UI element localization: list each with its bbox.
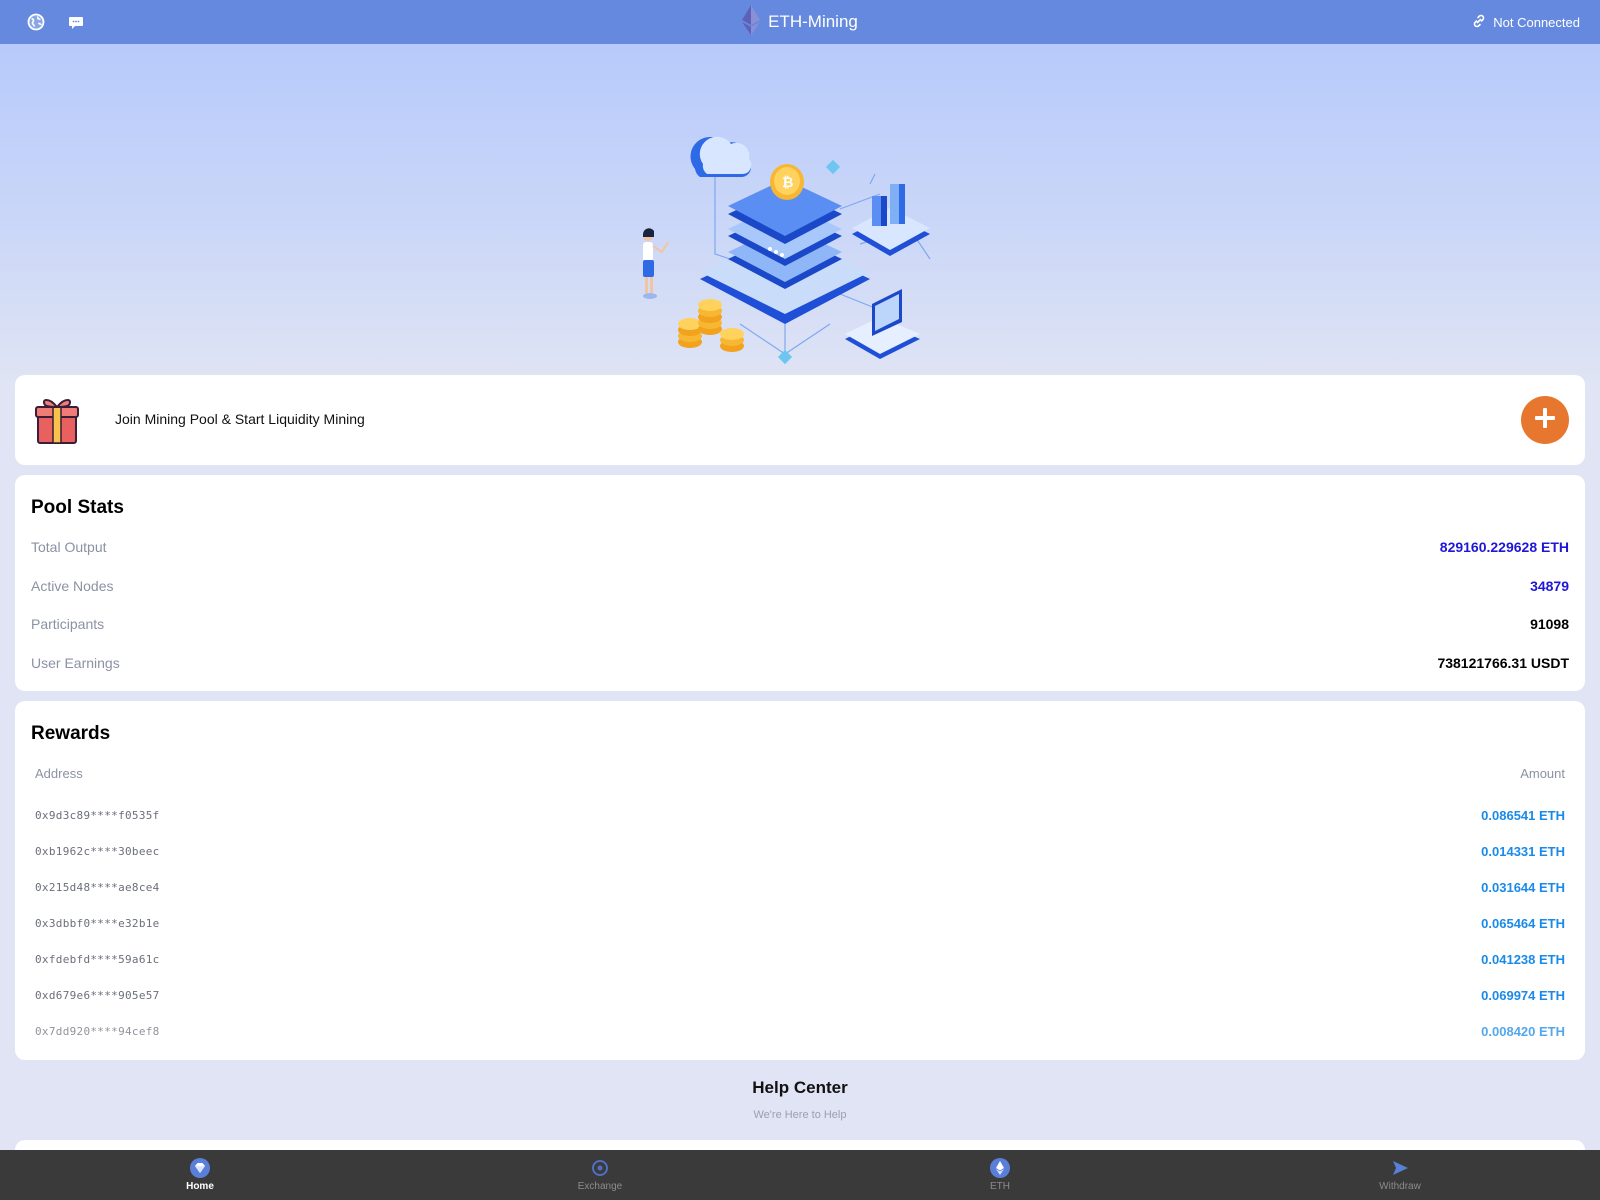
chat-icon[interactable] bbox=[66, 12, 86, 32]
bottom-nav: Home Exchange ETH Withdraw bbox=[0, 1150, 1600, 1200]
stat-value: 829160.229628 ETH bbox=[1439, 539, 1569, 555]
stat-value: 91098 bbox=[1530, 616, 1569, 632]
nav-exchange[interactable]: Exchange bbox=[400, 1150, 800, 1200]
nav-label-withdraw: Withdraw bbox=[1379, 1181, 1421, 1192]
stat-row-active-nodes: Active Nodes 34879 bbox=[31, 576, 1569, 596]
join-mining-card[interactable]: Join Mining Pool & Start Liquidity Minin… bbox=[15, 375, 1585, 465]
nav-label-home: Home bbox=[186, 1181, 214, 1192]
send-icon bbox=[1390, 1158, 1410, 1178]
table-row: 0x7dd920****94cef8 0.008420 ETH bbox=[35, 1022, 1565, 1040]
table-row: 0xb1962c****30beec 0.014331 ETH bbox=[35, 842, 1565, 860]
reward-amount: 0.031644 ETH bbox=[1481, 879, 1565, 895]
reward-address: 0x215d48****ae8ce4 bbox=[35, 880, 160, 894]
connection-status[interactable]: Not Connected bbox=[1471, 0, 1580, 44]
reward-amount: 0.014331 ETH bbox=[1481, 843, 1565, 859]
mining-illustration: ₿ bbox=[643, 136, 931, 365]
reward-address: 0x7dd920****94cef8 bbox=[35, 1024, 160, 1038]
globe-icon[interactable] bbox=[26, 12, 46, 32]
pool-stats-title: Pool Stats bbox=[31, 497, 124, 518]
help-center-subtitle: We're Here to Help bbox=[753, 1109, 847, 1121]
stat-label: User Earnings bbox=[31, 655, 120, 671]
stat-row-total-output: Total Output 829160.229628 ETH bbox=[31, 537, 1569, 557]
reward-amount: 0.065464 ETH bbox=[1481, 915, 1565, 931]
stat-label: Total Output bbox=[31, 539, 107, 555]
connection-status-text: Not Connected bbox=[1493, 14, 1580, 30]
pool-stats-card: Pool Stats Total Output 829160.229628 ET… bbox=[15, 475, 1585, 691]
table-row: 0x215d48****ae8ce4 0.031644 ETH bbox=[35, 878, 1565, 896]
reward-address: 0xb1962c****30beec bbox=[35, 844, 160, 858]
nav-label-eth: ETH bbox=[990, 1181, 1010, 1192]
rewards-title: Rewards bbox=[31, 723, 111, 744]
exchange-icon bbox=[590, 1158, 610, 1178]
app-title-text: ETH-Mining bbox=[768, 12, 858, 31]
hero-banner: ₿ bbox=[0, 44, 1600, 384]
help-center-title: Help Center bbox=[752, 1078, 848, 1097]
rewards-table-header: Address Amount bbox=[35, 766, 1565, 781]
nav-eth[interactable]: ETH bbox=[800, 1150, 1200, 1200]
rewards-card: Rewards Address Amount 0x9d3c89****f0535… bbox=[15, 701, 1585, 1060]
reward-address: 0x3dbbf0****e32b1e bbox=[35, 916, 160, 930]
nav-label-exchange: Exchange bbox=[577, 1181, 623, 1192]
nav-home[interactable]: Home bbox=[0, 1150, 400, 1200]
reward-address: 0x9d3c89****f0535f bbox=[35, 808, 160, 822]
reward-amount: 0.069974 ETH bbox=[1481, 987, 1565, 1003]
ethereum-icon bbox=[990, 1158, 1010, 1178]
reward-address: 0xfdebfd****59a61c bbox=[35, 952, 160, 966]
stat-value: 738121766.31 USDT bbox=[1437, 655, 1569, 671]
ethereum-logo-icon bbox=[742, 4, 761, 40]
table-row: 0x3dbbf0****e32b1e 0.065464 ETH bbox=[35, 914, 1565, 932]
nav-withdraw[interactable]: Withdraw bbox=[1200, 1150, 1600, 1200]
table-row: 0xfdebfd****59a61c 0.041238 ETH bbox=[35, 950, 1565, 968]
table-row: 0x9d3c89****f0535f 0.086541 ETH bbox=[35, 806, 1565, 824]
svg-text:₿: ₿ bbox=[782, 175, 793, 191]
reward-amount: 0.041238 ETH bbox=[1481, 951, 1565, 967]
table-row: 0xd679e6****905e57 0.069974 ETH bbox=[35, 986, 1565, 1004]
stat-label: Active Nodes bbox=[31, 578, 114, 594]
stat-label: Participants bbox=[31, 616, 105, 632]
app-title: ETH-Mining bbox=[742, 4, 858, 40]
link-icon bbox=[1471, 13, 1487, 32]
top-bar: ETH-Mining Not Connected bbox=[0, 0, 1600, 44]
stat-row-participants: Participants 91098 bbox=[31, 614, 1569, 634]
header-left-actions bbox=[26, 0, 86, 44]
stat-value: 34879 bbox=[1530, 578, 1569, 594]
column-header-amount: Amount bbox=[1520, 766, 1565, 781]
stat-row-user-earnings: User Earnings 738121766.31 USDT bbox=[31, 653, 1569, 673]
plus-icon bbox=[1534, 407, 1556, 434]
diamond-icon bbox=[190, 1158, 210, 1178]
join-mining-button[interactable] bbox=[1521, 396, 1569, 444]
reward-amount: 0.086541 ETH bbox=[1481, 807, 1565, 823]
column-header-address: Address bbox=[35, 766, 83, 781]
reward-address: 0xd679e6****905e57 bbox=[35, 988, 160, 1002]
reward-amount: 0.008420 ETH bbox=[1481, 1023, 1565, 1039]
gift-icon bbox=[35, 395, 79, 450]
join-mining-text: Join Mining Pool & Start Liquidity Minin… bbox=[115, 411, 365, 427]
